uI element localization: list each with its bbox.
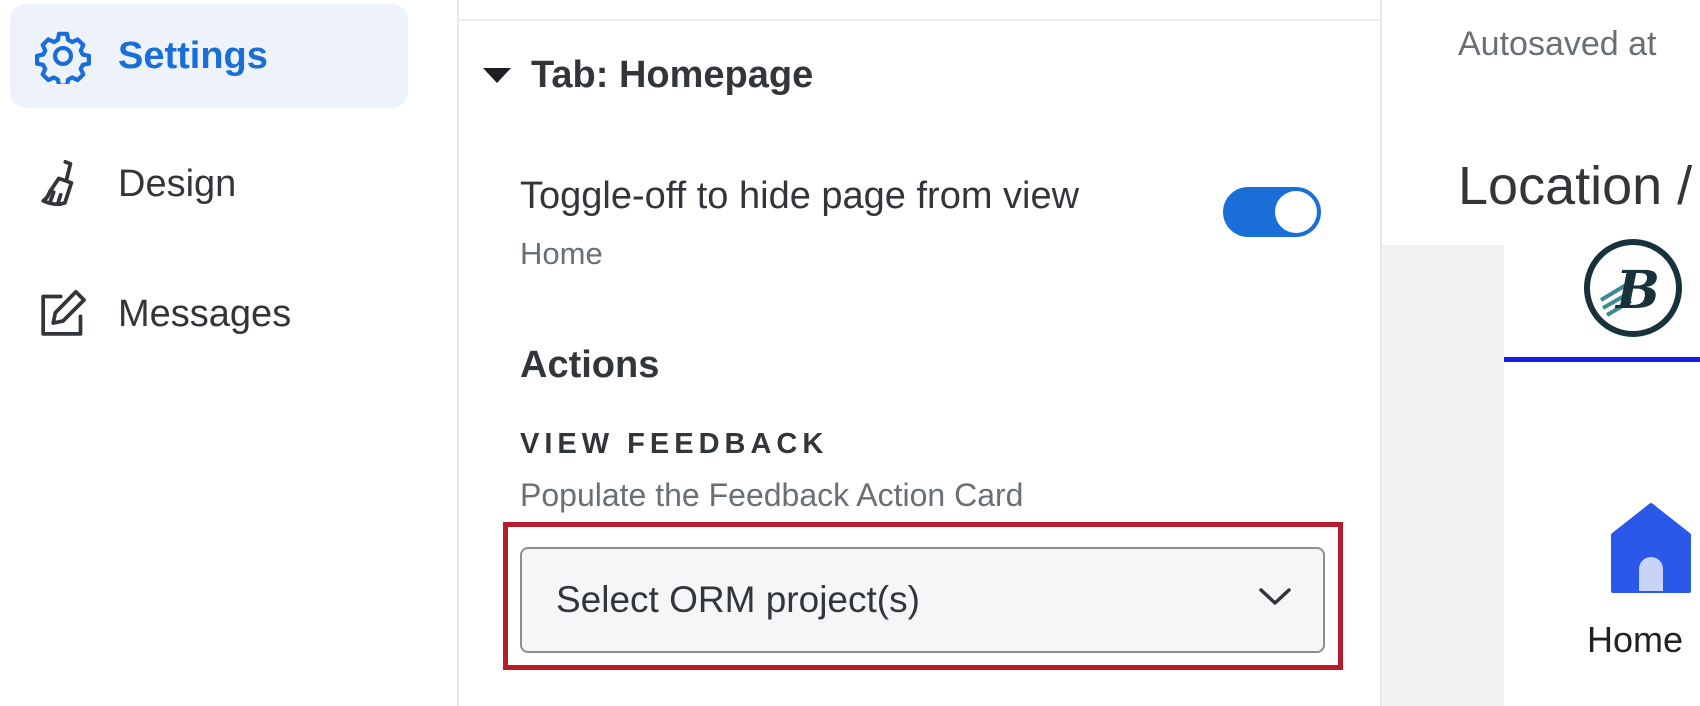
actions-heading: Actions [520,344,660,386]
brand-logo: B [1584,239,1682,337]
settings-panel: Tab: Homepage Toggle-off to hide page fr… [457,0,1382,706]
preview-area: Autosaved at Location / B Home [1382,0,1700,706]
nav-label-design: Design [118,162,237,205]
page-title: Location / [1458,156,1693,216]
view-feedback-heading: VIEW FEEDBACK [520,428,829,460]
hide-page-toggle-row: Toggle-off to hide page from view Home [520,175,1321,272]
toggle-sublabel: Home [520,236,603,271]
select-value: Select ORM project(s) [556,579,920,620]
view-feedback-description: Populate the Feedback Action Card [520,477,1024,513]
orm-project-select[interactable]: Select ORM project(s) [520,547,1325,653]
autosave-status: Autosaved at [1458,25,1657,63]
tab-homepage-header[interactable]: Tab: Homepage [483,54,813,97]
toggle-label: Toggle-off to hide page from view [520,175,1080,217]
nav-label-messages: Messages [118,292,292,335]
tab-title: Tab: Homepage [531,54,814,96]
nav-item-settings[interactable]: Settings [10,4,408,108]
preview-card: B Home [1504,225,1700,706]
active-tab-indicator [1504,357,1700,362]
paintbrush-icon [32,153,94,215]
nav-item-design[interactable]: Design [10,132,408,236]
divider [459,19,1380,21]
nav-label-settings: Settings [118,34,268,77]
gear-icon [32,25,94,87]
left-nav: Settings Design Messages [0,0,420,706]
edit-message-icon [32,283,94,345]
hide-page-toggle[interactable] [1223,187,1321,237]
home-tab-label[interactable]: Home [1587,619,1683,661]
home-icon[interactable] [1601,497,1700,597]
toggle-knob [1275,191,1317,233]
caret-down-icon [483,68,511,83]
nav-item-messages[interactable]: Messages [10,262,408,366]
logo-letter: B [1614,260,1660,321]
chevron-down-icon [1259,588,1291,605]
